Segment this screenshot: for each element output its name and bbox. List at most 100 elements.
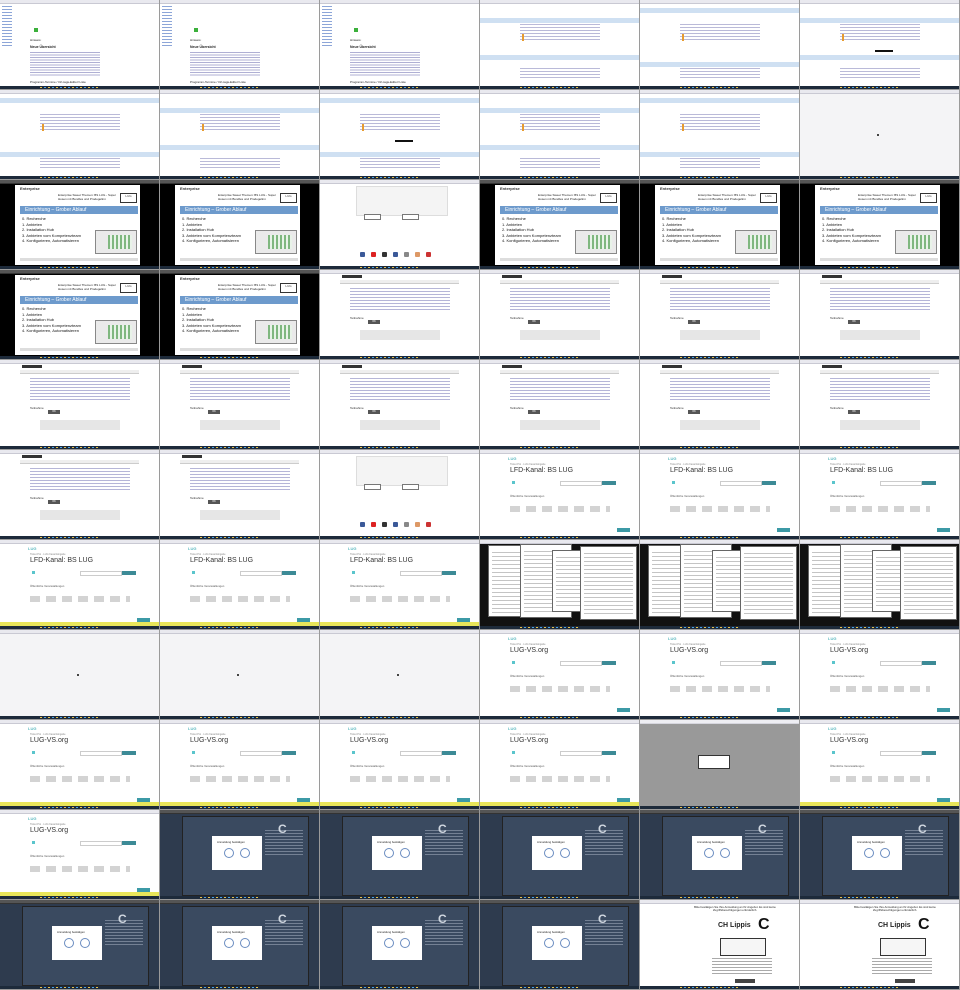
taskbar[interactable]: [800, 176, 959, 179]
site-nav[interactable]: [180, 370, 299, 374]
small-dialog[interactable]: [698, 755, 730, 769]
social-icon[interactable]: [371, 522, 376, 527]
taskbar[interactable]: [320, 356, 479, 359]
social-icon[interactable]: [404, 252, 409, 257]
taskbar[interactable]: [160, 86, 319, 89]
app-window[interactable]: [900, 546, 957, 620]
social-icon[interactable]: [360, 522, 365, 527]
taskbar[interactable]: [0, 986, 159, 989]
checkbox-icon[interactable]: [512, 661, 515, 664]
text-input[interactable]: [880, 751, 922, 756]
thumbnail-grayd[interactable]: [640, 720, 800, 810]
taskbar[interactable]: [0, 266, 159, 269]
app-window[interactable]: [580, 546, 637, 620]
thumbnail-form[interactable]: Teilnahme OK: [160, 360, 320, 450]
text-input[interactable]: [80, 841, 122, 846]
checkbox-icon[interactable]: [352, 571, 355, 574]
text-input[interactable]: [80, 571, 122, 576]
submit-button[interactable]: OK: [528, 410, 540, 414]
thumbnail-blank[interactable]: [320, 630, 480, 720]
thumbnail-dark[interactable]: C Anmeldung bestätigen: [480, 900, 640, 990]
site-nav[interactable]: [20, 460, 139, 464]
confirm-icon[interactable]: [544, 938, 554, 948]
taskbar[interactable]: [640, 446, 799, 449]
thumbnail-dark[interactable]: C Anmeldung bestätigen: [320, 810, 480, 900]
thumbnail-collage[interactable]: [480, 540, 640, 630]
share-button[interactable]: [402, 484, 419, 490]
social-icon[interactable]: [382, 252, 387, 257]
search-button[interactable]: [602, 481, 616, 485]
taskbar[interactable]: [160, 806, 319, 809]
site-nav[interactable]: [660, 280, 779, 284]
taskbar[interactable]: [320, 986, 479, 989]
checkbox-icon[interactable]: [512, 751, 515, 754]
taskbar[interactable]: [480, 266, 639, 269]
submit-button[interactable]: OK: [688, 320, 700, 324]
cancel-icon[interactable]: [240, 848, 250, 858]
thumbnail-term[interactable]: [800, 0, 960, 90]
search-button[interactable]: [122, 571, 136, 575]
confirm-icon[interactable]: [704, 848, 714, 858]
taskbar[interactable]: [320, 446, 479, 449]
thumbnail-job[interactable]: LUG Ticket Pro · LUG Kanal Eingabe LFD-Kan…: [480, 450, 640, 540]
search-button[interactable]: [922, 481, 936, 485]
taskbar[interactable]: [160, 176, 319, 179]
slide-controls[interactable]: [660, 258, 778, 261]
social-icon[interactable]: [426, 522, 431, 527]
taskbar[interactable]: [480, 86, 639, 89]
taskbar[interactable]: [480, 806, 639, 809]
taskbar[interactable]: [0, 896, 159, 899]
taskbar[interactable]: [320, 806, 479, 809]
thumbnail-job2[interactable]: LUG Ticket Pro · LUG Kanal Eingabe LUG-VS.…: [160, 720, 320, 810]
thumbnail-dark[interactable]: C Anmeldung bestätigen: [800, 810, 960, 900]
taskbar[interactable]: [480, 536, 639, 539]
submit-button[interactable]: OK: [688, 410, 700, 414]
thumbnail-form[interactable]: Teilnahme OK: [320, 360, 480, 450]
thumbnail-slide[interactable]: Enterprise Enterprise Sweet Themen: BS LU…: [0, 180, 160, 270]
thumbnail-collage[interactable]: [640, 540, 800, 630]
search-button[interactable]: [282, 751, 296, 755]
submit-button[interactable]: OK: [368, 410, 380, 414]
taskbar[interactable]: [0, 626, 159, 629]
social-icon[interactable]: [393, 522, 398, 527]
search-button[interactable]: [922, 751, 936, 755]
search-button[interactable]: [762, 661, 776, 665]
taskbar[interactable]: [800, 536, 959, 539]
checkbox-icon[interactable]: [672, 481, 675, 484]
checkbox-icon[interactable]: [192, 751, 195, 754]
taskbar[interactable]: [0, 806, 159, 809]
thumbnail-term[interactable]: [480, 0, 640, 90]
cta-button[interactable]: [937, 708, 950, 712]
submit-button[interactable]: OK: [208, 410, 220, 414]
thumbnail-blank[interactable]: [0, 630, 160, 720]
submit-button[interactable]: OK: [48, 410, 60, 414]
confirm-icon[interactable]: [384, 848, 394, 858]
taskbar[interactable]: [800, 86, 959, 89]
taskbar[interactable]: [0, 446, 159, 449]
confirm-icon[interactable]: [864, 848, 874, 858]
taskbar[interactable]: [320, 266, 479, 269]
thumbnail-form[interactable]: Teilnahme OK: [800, 270, 960, 360]
taskbar[interactable]: [480, 896, 639, 899]
taskbar[interactable]: [480, 356, 639, 359]
thumbnail-form[interactable]: Teilnahme OK: [320, 270, 480, 360]
thumbnail-job2[interactable]: LUG Ticket Pro · LUG Kanal Eingabe LUG-VS.…: [640, 630, 800, 720]
confirm-icon[interactable]: [224, 938, 234, 948]
thumbnail-unlock[interactable]: Bitte bestätigen Sie Ihre Anmeldung an I…: [640, 900, 800, 990]
cta-button[interactable]: [617, 528, 630, 532]
thumbnail-collage[interactable]: [800, 540, 960, 630]
site-nav[interactable]: [820, 370, 939, 374]
thumbnail-social[interactable]: [320, 450, 480, 540]
checkbox-icon[interactable]: [672, 661, 675, 664]
thumbnail-form[interactable]: Teilnahme OK: [0, 450, 160, 540]
site-nav[interactable]: [340, 280, 459, 284]
cancel-icon[interactable]: [80, 938, 90, 948]
slide-controls[interactable]: [180, 348, 298, 351]
thumbnail-dark[interactable]: C Anmeldung bestätigen: [160, 810, 320, 900]
site-nav[interactable]: [20, 370, 139, 374]
taskbar[interactable]: [480, 446, 639, 449]
site-nav[interactable]: [500, 370, 619, 374]
checkbox-icon[interactable]: [32, 751, 35, 754]
thumbnail-job[interactable]: LUG Ticket Pro · LUG Kanal Eingabe LFD-Kan…: [320, 540, 480, 630]
social-icon[interactable]: [371, 252, 376, 257]
